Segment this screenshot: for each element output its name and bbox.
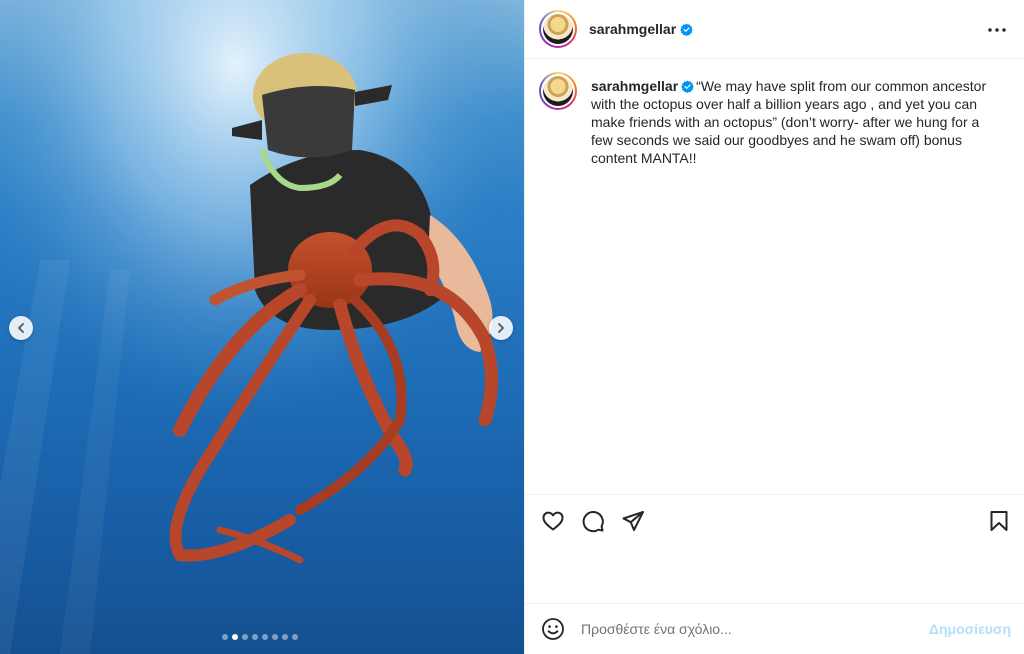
instagram-post: sarahmgellar sarahmgellar “We may have s… bbox=[0, 0, 1024, 654]
caption-username[interactable]: sarahmgellar bbox=[591, 78, 678, 94]
post-actions bbox=[525, 494, 1024, 546]
like-button[interactable] bbox=[541, 509, 565, 533]
chevron-right-icon bbox=[498, 323, 504, 333]
emoji-icon[interactable] bbox=[541, 617, 565, 641]
carousel-dot bbox=[252, 634, 258, 640]
carousel-indicator bbox=[0, 634, 522, 640]
more-options-icon bbox=[988, 28, 1006, 32]
avatar-image bbox=[543, 76, 573, 106]
post-header: sarahmgellar bbox=[525, 0, 1024, 59]
comment-button[interactable] bbox=[581, 509, 605, 533]
bookmark-icon bbox=[990, 511, 1008, 531]
carousel-dot bbox=[232, 634, 238, 640]
post-media[interactable] bbox=[0, 0, 524, 654]
save-button[interactable] bbox=[987, 509, 1011, 533]
carousel-dot bbox=[292, 634, 298, 640]
post-sidebar: sarahmgellar sarahmgellar “We may have s… bbox=[524, 0, 1024, 654]
caption-avatar[interactable] bbox=[539, 72, 577, 110]
share-button[interactable] bbox=[621, 509, 645, 533]
more-options-button[interactable] bbox=[987, 20, 1007, 40]
post-caption: sarahmgellar “We may have split from our… bbox=[539, 72, 1009, 167]
avatar-image bbox=[543, 14, 573, 44]
comment-input[interactable] bbox=[581, 621, 911, 637]
post-photo bbox=[0, 0, 524, 654]
chevron-left-icon bbox=[18, 323, 24, 333]
comment-icon bbox=[582, 510, 604, 532]
comment-bar: Δημοσίευση bbox=[525, 603, 1024, 654]
carousel-dot bbox=[262, 634, 268, 640]
verified-badge-icon bbox=[680, 23, 693, 36]
header-username[interactable]: sarahmgellar bbox=[589, 21, 676, 37]
carousel-dot bbox=[282, 634, 288, 640]
avatar[interactable] bbox=[539, 10, 577, 48]
verified-badge-icon bbox=[681, 80, 694, 93]
share-icon bbox=[622, 510, 644, 531]
heart-icon bbox=[542, 511, 564, 530]
post-comment-button[interactable]: Δημοσίευση bbox=[929, 621, 1011, 637]
carousel-dot bbox=[272, 634, 278, 640]
carousel-next-button[interactable] bbox=[489, 316, 513, 340]
carousel-dot bbox=[222, 634, 228, 640]
carousel-dot bbox=[242, 634, 248, 640]
carousel-prev-button[interactable] bbox=[9, 316, 33, 340]
caption-text: sarahmgellar “We may have split from our… bbox=[591, 77, 995, 167]
